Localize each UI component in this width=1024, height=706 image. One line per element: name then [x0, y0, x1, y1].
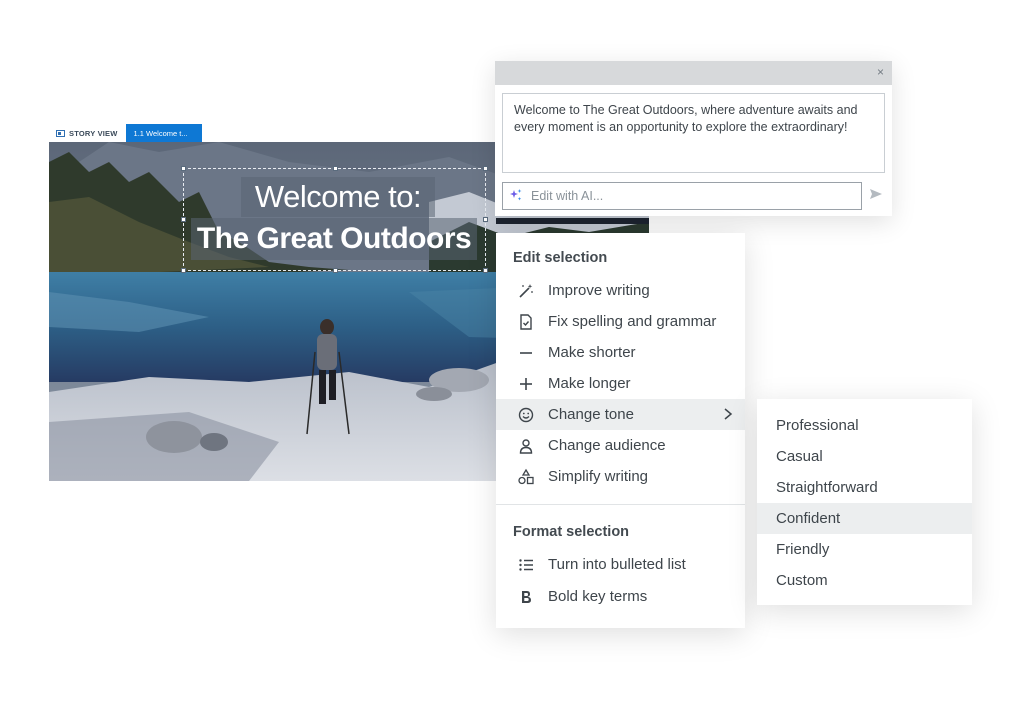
resize-handle-left[interactable]	[181, 217, 186, 222]
resize-handle-right[interactable]	[483, 217, 488, 222]
menu-item-bulleted-list[interactable]: Turn into bulleted list	[496, 549, 745, 580]
story-tabs: STORY VIEW 1.1 Welcome t...	[50, 124, 202, 142]
tone-option-label: Custom	[776, 572, 828, 589]
tone-option-label: Casual	[776, 448, 823, 465]
resize-handle-top-left[interactable]	[181, 166, 186, 171]
magic-wand-icon	[516, 281, 536, 301]
format-selection-heading: Format selection	[513, 524, 630, 540]
menu-item-improve-writing[interactable]: Improve writing	[496, 275, 745, 306]
slide-title-line-2[interactable]: The Great Outdoors	[191, 218, 477, 260]
menu-item-label: Fix spelling and grammar	[548, 313, 717, 330]
tab-slide-1-1[interactable]: 1.1 Welcome t...	[125, 124, 202, 142]
resize-handle-bottom[interactable]	[333, 268, 338, 273]
smiley-icon	[516, 405, 536, 425]
menu-item-label: Bold key terms	[548, 588, 648, 605]
resize-handle-bottom-left[interactable]	[181, 268, 186, 273]
tab-story-view-label: STORY VIEW	[69, 128, 118, 138]
ai-prompt-input[interactable]	[529, 188, 855, 204]
menu-item-fix-spelling[interactable]: Fix spelling and grammar	[496, 306, 745, 337]
menu-item-label: Improve writing	[548, 282, 650, 299]
menu-item-label: Make longer	[548, 375, 631, 392]
ai-edit-menu: Edit selection Improve writing Fix spell…	[496, 233, 745, 628]
menu-item-label: Change audience	[548, 437, 666, 454]
minus-icon	[516, 343, 536, 363]
tone-option-friendly[interactable]: Friendly	[757, 534, 972, 565]
tone-option-confident[interactable]: Confident	[757, 503, 972, 534]
tone-option-label: Professional	[776, 417, 859, 434]
menu-item-change-audience[interactable]: Change audience	[496, 430, 745, 461]
tone-option-label: Confident	[776, 510, 841, 527]
ai-suggestion-text: Welcome to The Great Outdoors, where adv…	[502, 93, 885, 173]
shapes-icon	[516, 467, 536, 487]
tone-option-custom[interactable]: Custom	[757, 565, 972, 596]
ai-panel-header: ×	[495, 61, 892, 85]
tone-option-professional[interactable]: Professional	[757, 410, 972, 441]
menu-item-change-tone[interactable]: Change tone	[496, 399, 745, 430]
menu-divider	[496, 504, 745, 505]
sparkle-icon	[509, 188, 523, 205]
tone-option-straightforward[interactable]: Straightforward	[757, 472, 972, 503]
slide-title-line-1[interactable]: Welcome to:	[241, 177, 435, 217]
slide-edge-overlay	[496, 218, 649, 224]
menu-item-make-shorter[interactable]: Make shorter	[496, 337, 745, 368]
menu-item-label: Make shorter	[548, 344, 636, 361]
ai-edit-panel: × Welcome to The Great Outdoors, where a…	[495, 61, 892, 216]
document-check-icon	[516, 312, 536, 332]
menu-item-simplify-writing[interactable]: Simplify writing	[496, 461, 745, 492]
resize-handle-top-right[interactable]	[483, 166, 488, 171]
menu-item-label: Change tone	[548, 406, 634, 423]
bulleted-list-icon	[516, 555, 536, 575]
story-view-icon	[56, 129, 65, 137]
chevron-right-icon	[723, 407, 733, 426]
menu-item-make-longer[interactable]: Make longer	[496, 368, 745, 399]
tab-story-view[interactable]: STORY VIEW	[50, 124, 126, 142]
resize-handle-top[interactable]	[333, 166, 338, 171]
tone-option-label: Straightforward	[776, 479, 878, 496]
edit-selection-heading: Edit selection	[513, 250, 608, 266]
resize-handle-bottom-right[interactable]	[483, 268, 488, 273]
change-tone-submenu: Professional Casual Straightforward Conf…	[757, 399, 972, 605]
close-icon[interactable]: ×	[877, 65, 884, 79]
menu-item-label: Turn into bulleted list	[548, 556, 686, 573]
person-icon	[516, 436, 536, 456]
bold-icon	[516, 587, 536, 607]
tone-option-label: Friendly	[776, 541, 830, 558]
menu-item-bold-key-terms[interactable]: Bold key terms	[496, 581, 745, 612]
send-icon[interactable]	[869, 187, 883, 206]
ai-prompt-field[interactable]	[502, 182, 862, 210]
menu-item-label: Simplify writing	[548, 468, 649, 485]
plus-icon	[516, 374, 536, 394]
tone-option-casual[interactable]: Casual	[757, 441, 972, 472]
